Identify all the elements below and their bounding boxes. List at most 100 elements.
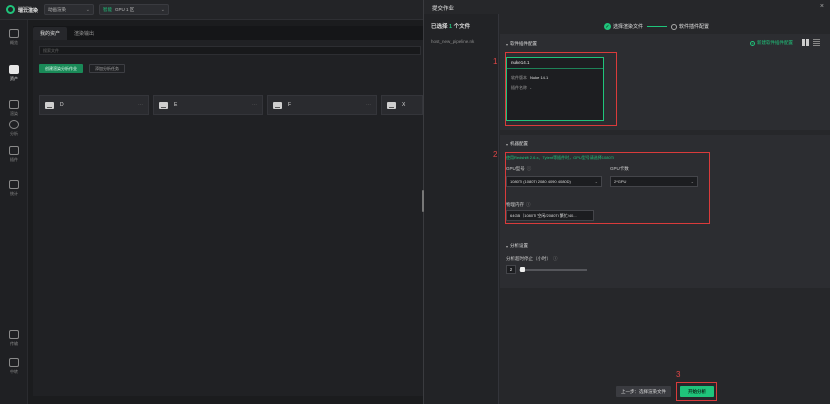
gpu-zone-select[interactable]: 智能 GPU 1 区 ⌄ bbox=[99, 4, 169, 15]
selected-prefix: 已选择 bbox=[431, 24, 448, 30]
step-select-file[interactable]: ✓ 选择渲染文件 bbox=[604, 23, 643, 30]
bar-chart-icon bbox=[9, 180, 19, 189]
search-input[interactable]: 搜索文件 bbox=[39, 46, 421, 55]
monitor-icon bbox=[9, 358, 19, 367]
selected-files-header: 已选择 1 个文件 bbox=[431, 22, 470, 30]
nav-label: 概览 bbox=[10, 40, 18, 45]
drive-card-e[interactable]: E ⋯ bbox=[153, 95, 263, 115]
nav-label: 渲染 bbox=[10, 111, 18, 116]
drive-label: E bbox=[174, 102, 178, 108]
hard-drive-icon bbox=[45, 101, 54, 109]
grid-view-icon[interactable] bbox=[802, 39, 809, 46]
logo-icon bbox=[6, 5, 15, 14]
step-software-config[interactable]: 软件插件配置 bbox=[671, 23, 709, 30]
nav-item-plugins[interactable]: 插件 bbox=[0, 146, 28, 163]
tab-render-output[interactable]: 渲染输出 bbox=[67, 27, 101, 40]
nav-item-stats[interactable]: 统计 bbox=[0, 180, 28, 197]
caret-down-icon: ▾ bbox=[506, 243, 509, 249]
analysis-section-title[interactable]: ▾ 分析设置 bbox=[506, 243, 528, 249]
file-item[interactable]: host_new_pipeline.nk bbox=[431, 39, 474, 44]
software-section-title[interactable]: ▾ 软件插件配置 bbox=[506, 41, 537, 47]
drive-label: X bbox=[402, 102, 406, 108]
asset-tabs: 我的资产 渲染输出 bbox=[33, 26, 101, 40]
previous-step-button[interactable]: 上一步：选择渲染文件 bbox=[616, 386, 671, 397]
nav-item-relay[interactable]: 中转 bbox=[0, 358, 28, 375]
timeout-input[interactable]: 2 bbox=[506, 265, 516, 274]
nav-item-assets[interactable]: 资产 bbox=[0, 65, 28, 82]
section-label: 分析设置 bbox=[510, 243, 529, 248]
document-icon bbox=[9, 330, 19, 339]
section-label: 软件插件配置 bbox=[510, 41, 538, 46]
nav-label: 中转 bbox=[10, 369, 18, 374]
timeout-text: 分析超时停止（小时） bbox=[506, 256, 551, 261]
nav-label: 传输 bbox=[10, 341, 18, 346]
assets-panel: 搜索文件 创建渲染分析作业 添加分析任务 D ⋯ E ⋯ F ⋯ X bbox=[33, 40, 423, 396]
selected-count: 1 bbox=[449, 24, 453, 30]
nav-item-transfer[interactable]: 传输 bbox=[0, 330, 28, 347]
left-nav: 概览 资产 渲染 分析 插件 统计 传输 中转 bbox=[0, 20, 28, 404]
chevron-down-icon: ⌄ bbox=[160, 6, 165, 13]
drive-label: F bbox=[288, 102, 292, 108]
gear-icon bbox=[9, 120, 19, 129]
hard-drive-icon bbox=[387, 101, 396, 109]
annotation-box-3 bbox=[676, 382, 717, 401]
annotation-label-3: 3 bbox=[676, 370, 681, 379]
logo: renderbus 瑞云渲染 bbox=[6, 5, 40, 14]
render-mode-value: 动画渲染 bbox=[48, 6, 66, 12]
drive-card-f[interactable]: F ⋯ bbox=[267, 95, 377, 115]
analysis-section: ▾ 分析设置 bbox=[500, 238, 830, 288]
selected-files-column: 已选择 1 个文件 host_new_pipeline.nk bbox=[424, 14, 499, 404]
info-icon: ⓘ bbox=[553, 256, 558, 261]
tab-my-assets[interactable]: 我的资产 bbox=[33, 27, 68, 40]
drive-card-d[interactable]: D ⋯ bbox=[39, 95, 149, 115]
film-icon bbox=[9, 100, 19, 109]
timeout-slider-handle[interactable] bbox=[520, 267, 525, 272]
nav-item-overview[interactable]: 概览 bbox=[0, 29, 28, 46]
gpu-zone-value: GPU 1 区 bbox=[115, 6, 135, 12]
close-box-icon bbox=[9, 146, 19, 155]
annotation-box-1 bbox=[505, 52, 617, 126]
chevron-down-icon: ⌄ bbox=[85, 6, 90, 13]
selected-suffix: 个文件 bbox=[453, 24, 471, 30]
app-root: renderbus 瑞云渲染 动画渲染 ⌄ 智能 GPU 1 区 ⌄ 概览 资产… bbox=[0, 0, 830, 404]
more-icon[interactable]: ⋯ bbox=[252, 102, 257, 108]
add-task-button[interactable]: 添加分析任务 bbox=[89, 64, 125, 73]
hard-drive-icon bbox=[159, 101, 168, 109]
drive-label: D bbox=[60, 102, 64, 108]
drive-card-x[interactable]: X bbox=[381, 95, 423, 115]
more-icon[interactable]: ⋯ bbox=[138, 102, 143, 108]
hardware-section-title[interactable]: ▾ 机器配置 bbox=[506, 141, 528, 147]
hard-drive-icon bbox=[273, 101, 282, 109]
gpu-tag: 智能 bbox=[103, 6, 112, 12]
circle-icon bbox=[671, 23, 678, 30]
nav-label: 插件 bbox=[10, 157, 18, 162]
nav-item-render[interactable]: 渲染 bbox=[0, 100, 28, 117]
nav-label: 统计 bbox=[10, 191, 18, 196]
step-connector bbox=[647, 26, 668, 27]
close-icon[interactable]: × bbox=[820, 3, 824, 10]
step-label: 选择渲染文件 bbox=[613, 24, 644, 30]
create-analysis-button[interactable]: 创建渲染分析作业 bbox=[39, 64, 83, 73]
more-icon[interactable]: ⋯ bbox=[366, 102, 371, 108]
folder-icon bbox=[9, 65, 19, 74]
logo-cn: 瑞云渲染 bbox=[18, 7, 39, 14]
caret-down-icon: ▾ bbox=[506, 41, 509, 47]
modal-title: 提交作业 bbox=[432, 6, 455, 12]
submit-job-modal: 提交作业 × 已选择 1 个文件 host_new_pipeline.nk ✓ … bbox=[422, 0, 830, 404]
annotation-label-1: 1 bbox=[493, 57, 498, 66]
caret-down-icon: ▾ bbox=[506, 141, 509, 147]
add-config-button[interactable]: + 新建软件插件配置 bbox=[750, 40, 793, 46]
timeout-slider-track[interactable] bbox=[519, 269, 587, 271]
nav-label: 分析 bbox=[10, 131, 18, 136]
nav-label: 资产 bbox=[10, 76, 18, 81]
render-mode-select[interactable]: 动画渲染 ⌄ bbox=[44, 4, 94, 15]
nav-item-analysis[interactable]: 分析 bbox=[0, 120, 28, 137]
annotation-label-2: 2 bbox=[493, 150, 498, 159]
plus-icon: + bbox=[750, 40, 755, 46]
chart-icon bbox=[9, 29, 19, 38]
step-label: 软件插件配置 bbox=[679, 24, 710, 30]
list-view-icon[interactable] bbox=[813, 39, 820, 46]
section-label: 机器配置 bbox=[510, 141, 529, 146]
stepper: ✓ 选择渲染文件 软件插件配置 bbox=[604, 23, 709, 30]
check-icon: ✓ bbox=[604, 23, 611, 30]
